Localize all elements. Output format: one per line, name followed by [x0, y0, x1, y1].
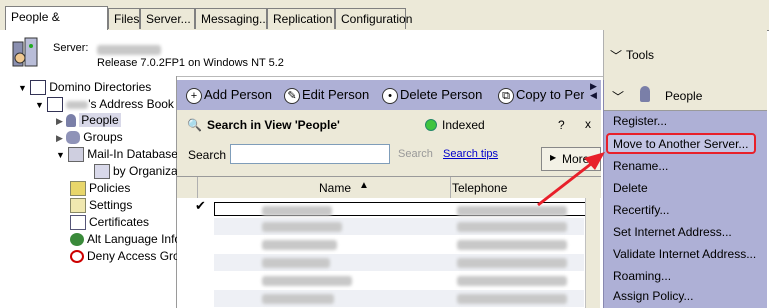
annotation-arrow: [537, 152, 605, 207]
